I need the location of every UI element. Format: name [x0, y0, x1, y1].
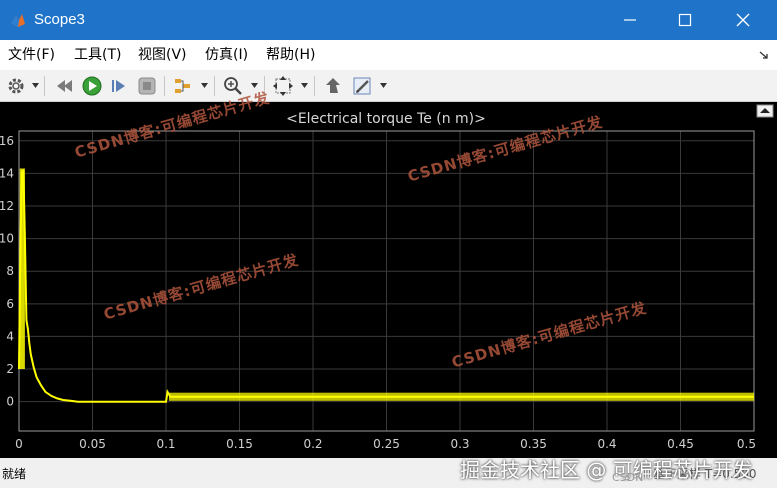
y-tick-label: 14	[0, 166, 14, 180]
torque-chart[interactable]: 0 2 4 6 8 10 12 14 16 0 0.05 0.1 0.15 0.2 0.25 0.3 0.35…	[0, 102, 777, 458]
chevron-down-icon[interactable]	[251, 83, 258, 89]
menu-simulation[interactable]: 仿真(I)	[205, 46, 248, 64]
cursor-icon[interactable]	[322, 75, 344, 97]
x-tick-label: 0.35	[520, 437, 547, 451]
x-tick-label: 0.15	[226, 437, 253, 451]
close-button[interactable]	[720, 0, 766, 40]
maximize-button[interactable]	[662, 0, 708, 40]
site-watermark: 掘金技术社区 @ 可编程芯片开发	[460, 458, 753, 482]
window-titlebar[interactable]: Scope3	[0, 0, 777, 40]
highlight-icon[interactable]	[172, 75, 194, 97]
series-startup-band	[19, 168, 25, 370]
undock-icon[interactable]	[759, 50, 769, 60]
x-tick-label: 0.2	[303, 437, 322, 451]
y-tick-label: 10	[0, 232, 14, 246]
run-icon[interactable]	[81, 75, 103, 97]
window-title: Scope3	[34, 11, 85, 28]
toolbar	[0, 70, 777, 102]
chevron-down-icon[interactable]	[380, 83, 387, 89]
menu-tools[interactable]: 工具(T)	[74, 46, 121, 64]
site-watermark-sub: CSDN	[612, 471, 644, 484]
menu-bar: 文件(F) 工具(T) 视图(V) 仿真(I) 帮助(H)	[0, 40, 777, 70]
y-tick-label: 12	[0, 199, 14, 213]
x-tick-label: 0	[15, 437, 23, 451]
y-tick-labels: 0 2 4 6 8 10 12 14 16	[0, 134, 14, 409]
y-tick-label: 8	[6, 264, 14, 278]
chart-title: <Electrical torque Te (n m)>	[286, 111, 486, 127]
y-tick-label: 4	[6, 329, 14, 343]
status-text: 就绪	[2, 467, 27, 481]
x-tick-labels: 0 0.05 0.1 0.15 0.2 0.25 0.3 0.35 0.4 0.45 0.5	[15, 437, 756, 451]
expand-plot-button[interactable]	[756, 104, 774, 118]
gear-icon[interactable]	[5, 75, 27, 97]
minimize-button[interactable]	[607, 0, 653, 40]
x-tick-label: 0.4	[597, 437, 616, 451]
chevron-down-icon[interactable]	[301, 83, 308, 89]
matlab-icon	[11, 14, 25, 27]
close-icon	[736, 13, 750, 27]
y-tick-label: 0	[6, 395, 14, 409]
edit-icon[interactable]	[351, 75, 373, 97]
x-tick-label: 0.1	[156, 437, 175, 451]
stop-icon[interactable]	[136, 75, 158, 97]
series-ripple-band	[168, 392, 754, 401]
y-tick-label: 6	[6, 297, 14, 311]
menu-view[interactable]: 视图(V)	[138, 46, 187, 64]
restore-icon[interactable]	[54, 75, 76, 97]
y-tick-label: 16	[0, 134, 14, 148]
toolbar-separator	[164, 76, 165, 96]
chevron-down-icon[interactable]	[201, 83, 208, 89]
minimize-icon	[624, 19, 636, 21]
autoscale-icon[interactable]	[272, 75, 294, 97]
toolbar-separator	[214, 76, 215, 96]
x-tick-label: 0.5	[737, 437, 756, 451]
menu-help[interactable]: 帮助(H)	[266, 46, 315, 64]
step-forward-icon[interactable]	[108, 75, 130, 97]
toolbar-separator	[314, 76, 315, 96]
maximize-icon	[678, 13, 692, 27]
toolbar-separator	[44, 76, 45, 96]
chart-grid	[18, 131, 755, 431]
y-tick-label: 2	[6, 362, 14, 376]
x-tick-label: 0.45	[667, 437, 694, 451]
menu-file[interactable]: 文件(F)	[8, 46, 55, 64]
chevron-down-icon[interactable]	[32, 83, 39, 89]
x-tick-label: 0.05	[79, 437, 106, 451]
x-tick-label: 0.25	[373, 437, 400, 451]
scope-plot[interactable]: 0 2 4 6 8 10 12 14 16 0 0.05 0.1 0.15 0.2 0.25 0.3 0.35…	[0, 89, 777, 458]
x-tick-label: 0.3	[450, 437, 469, 451]
